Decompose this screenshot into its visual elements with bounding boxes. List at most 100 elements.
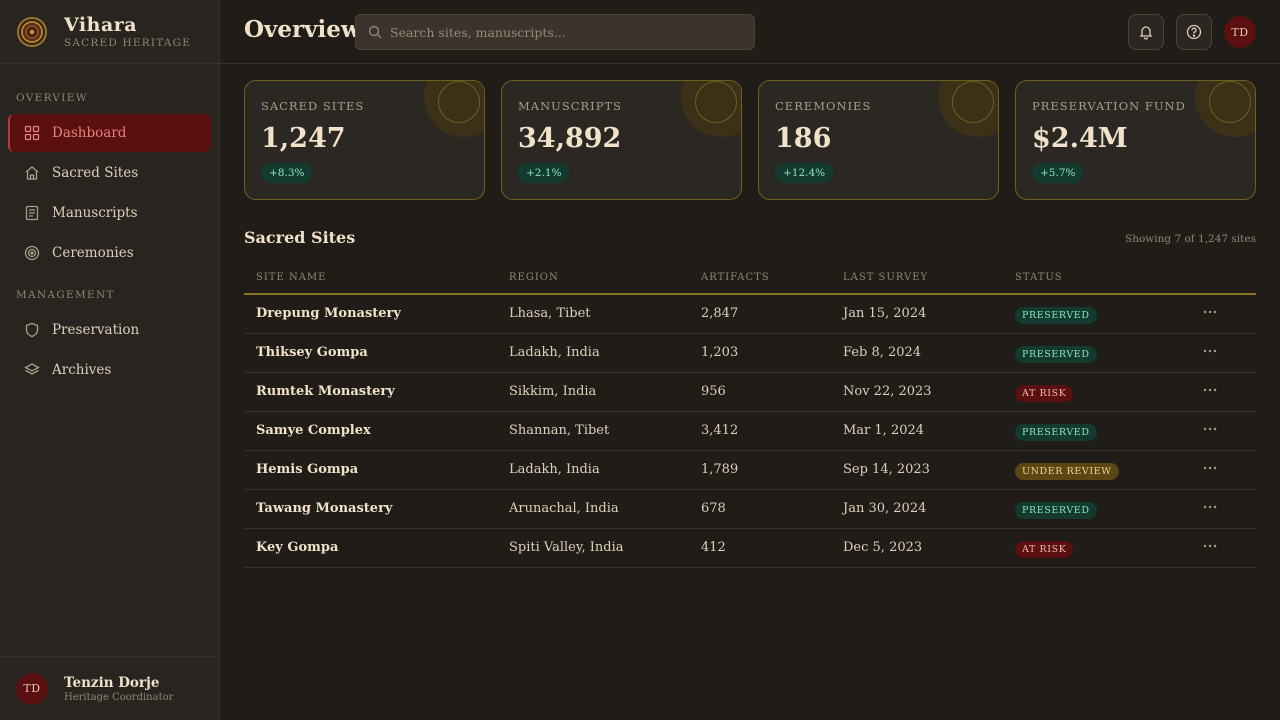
profile-avatar-button[interactable]: TD bbox=[1224, 16, 1256, 48]
artifacts-cell: 412 bbox=[701, 540, 726, 555]
notifications-button[interactable] bbox=[1128, 14, 1164, 50]
table-row[interactable]: Key Gompa Spiti Valley, India 412 Dec 5, 20… bbox=[244, 529, 1256, 568]
table-row[interactable]: Hemis Gompa Ladakh, India 1,789 Sep 14, 202… bbox=[244, 451, 1256, 490]
sidebar-item-archives[interactable]: Archives bbox=[8, 351, 211, 389]
site-name-cell[interactable]: Tawang Monastery bbox=[256, 501, 392, 516]
more-options-icon[interactable] bbox=[1202, 538, 1218, 554]
region-cell: Arunachal, India bbox=[509, 501, 619, 516]
stat-card-preservation-fund: PRESERVATION FUND $2.4M +5.7% bbox=[1015, 80, 1256, 200]
sidebar-item-sacred-sites[interactable]: Sacred Sites bbox=[8, 154, 211, 192]
status-badge: AT RISK bbox=[1015, 541, 1074, 558]
site-name-cell[interactable]: Hemis Gompa bbox=[256, 462, 358, 477]
status-badge: PRESERVED bbox=[1015, 502, 1097, 519]
stat-card-manuscripts: MANUSCRIPTS 34,892 +2.1% bbox=[501, 80, 742, 200]
site-name-cell[interactable]: Drepung Monastery bbox=[256, 306, 401, 321]
artifacts-cell: 1,203 bbox=[701, 345, 739, 360]
table-row[interactable]: Tawang Monastery Arunachal, India 678 Jan 3… bbox=[244, 490, 1256, 529]
sidebar-item-manuscripts[interactable]: Manuscripts bbox=[8, 194, 211, 232]
column-header-last-survey[interactable]: LAST SURVEY bbox=[843, 272, 928, 283]
status-badge: PRESERVED bbox=[1015, 307, 1097, 324]
artifacts-cell: 1,789 bbox=[701, 462, 739, 477]
site-name-cell[interactable]: Rumtek Monastery bbox=[256, 384, 395, 399]
temple-icon bbox=[25, 166, 39, 180]
status-badge: PRESERVED bbox=[1015, 424, 1097, 441]
status-badge: UNDER REVIEW bbox=[1015, 463, 1119, 480]
page-title: Overview bbox=[244, 16, 361, 43]
last-survey-cell: Sep 14, 2023 bbox=[843, 462, 930, 477]
stat-change-badge: +2.1% bbox=[518, 163, 570, 183]
nav-section-overview: OVERVIEW bbox=[16, 92, 88, 104]
last-survey-cell: Nov 22, 2023 bbox=[843, 384, 932, 399]
sidebar-item-label: Sacred Sites bbox=[52, 165, 139, 181]
artifacts-cell: 2,847 bbox=[701, 306, 739, 321]
sidebar-item-ceremonies[interactable]: Ceremonies bbox=[8, 234, 211, 272]
section-title: Sacred Sites bbox=[244, 228, 356, 247]
sidebar: Vihara SACRED HERITAGE OVERVIEW Dashboar… bbox=[0, 0, 220, 720]
user-panel[interactable]: TD Tenzin Dorje Heritage Coordinator bbox=[0, 656, 219, 720]
stat-value: $2.4M bbox=[1032, 123, 1128, 154]
card-decoration bbox=[938, 81, 998, 137]
more-options-icon[interactable] bbox=[1202, 343, 1218, 359]
more-options-icon[interactable] bbox=[1202, 499, 1218, 515]
table-row[interactable]: Thiksey Gompa Ladakh, India 1,203 Feb 8, 20… bbox=[244, 334, 1256, 373]
table-row[interactable]: Drepung Monastery Lhasa, Tibet 2,847 Jan 15… bbox=[244, 295, 1256, 334]
search-box[interactable] bbox=[355, 14, 755, 50]
more-options-icon[interactable] bbox=[1202, 304, 1218, 320]
column-header-region[interactable]: REGION bbox=[509, 272, 559, 283]
stat-label: CEREMONIES bbox=[775, 99, 872, 113]
stat-value: 186 bbox=[775, 123, 832, 154]
column-header-artifacts[interactable]: ARTIFACTS bbox=[701, 272, 770, 283]
stat-change-badge: +8.3% bbox=[261, 163, 313, 183]
user-role: Heritage Coordinator bbox=[64, 691, 174, 703]
results-count: Showing 7 of 1,247 sites bbox=[1125, 233, 1256, 245]
last-survey-cell: Jan 30, 2024 bbox=[843, 501, 927, 516]
region-cell: Ladakh, India bbox=[509, 345, 600, 360]
column-header-status[interactable]: STATUS bbox=[1015, 272, 1063, 283]
more-options-icon[interactable] bbox=[1202, 421, 1218, 437]
region-cell: Sikkim, India bbox=[509, 384, 597, 399]
table-row[interactable]: Samye Complex Shannan, Tibet 3,412 Mar 1, 2… bbox=[244, 412, 1256, 451]
sidebar-item-label: Ceremonies bbox=[52, 245, 134, 261]
nav-section-management: MANAGEMENT bbox=[16, 289, 115, 301]
avatar: TD bbox=[16, 672, 48, 705]
column-header-site-name[interactable]: SITE NAME bbox=[256, 272, 326, 283]
artifacts-cell: 678 bbox=[701, 501, 726, 516]
artifacts-cell: 3,412 bbox=[701, 423, 739, 438]
sidebar-item-dashboard[interactable]: Dashboard bbox=[8, 114, 211, 152]
more-options-icon[interactable] bbox=[1202, 460, 1218, 476]
help-button[interactable] bbox=[1176, 14, 1212, 50]
status-badge: PRESERVED bbox=[1015, 346, 1097, 363]
region-cell: Ladakh, India bbox=[509, 462, 600, 477]
document-icon bbox=[25, 205, 39, 221]
sidebar-item-label: Manuscripts bbox=[52, 205, 138, 221]
stat-value: 34,892 bbox=[518, 123, 622, 154]
stat-change-badge: +5.7% bbox=[1032, 163, 1084, 183]
site-name-cell[interactable]: Thiksey Gompa bbox=[256, 345, 368, 360]
card-decoration bbox=[424, 81, 484, 137]
sites-table: SITE NAME REGION ARTIFACTS LAST SURVEY S… bbox=[244, 262, 1256, 568]
help-icon bbox=[1186, 24, 1202, 40]
sidebar-item-preservation[interactable]: Preservation bbox=[8, 311, 211, 349]
last-survey-cell: Jan 15, 2024 bbox=[843, 306, 927, 321]
brand-name: Vihara bbox=[64, 13, 138, 36]
search-icon bbox=[368, 25, 382, 39]
shield-icon bbox=[25, 322, 39, 338]
more-options-icon[interactable] bbox=[1202, 382, 1218, 398]
last-survey-cell: Mar 1, 2024 bbox=[843, 423, 925, 438]
sidebar-item-label: Dashboard bbox=[52, 125, 127, 141]
last-survey-cell: Feb 8, 2024 bbox=[843, 345, 922, 360]
sidebar-item-label: Preservation bbox=[52, 322, 140, 338]
search-input[interactable] bbox=[390, 24, 730, 40]
site-name-cell[interactable]: Key Gompa bbox=[256, 540, 338, 555]
user-name: Tenzin Dorje bbox=[64, 674, 160, 691]
grid-icon bbox=[24, 125, 40, 141]
bell-icon bbox=[1139, 26, 1153, 40]
table-row[interactable]: Rumtek Monastery Sikkim, India 956 Nov 22, … bbox=[244, 373, 1256, 412]
region-cell: Spiti Valley, India bbox=[509, 540, 624, 555]
layers-icon bbox=[24, 363, 40, 375]
stat-value: 1,247 bbox=[261, 123, 346, 154]
table-header: SITE NAME REGION ARTIFACTS LAST SURVEY S… bbox=[244, 262, 1256, 295]
mandala-logo-icon bbox=[17, 16, 47, 47]
region-cell: Lhasa, Tibet bbox=[509, 306, 591, 321]
site-name-cell[interactable]: Samye Complex bbox=[256, 423, 371, 438]
